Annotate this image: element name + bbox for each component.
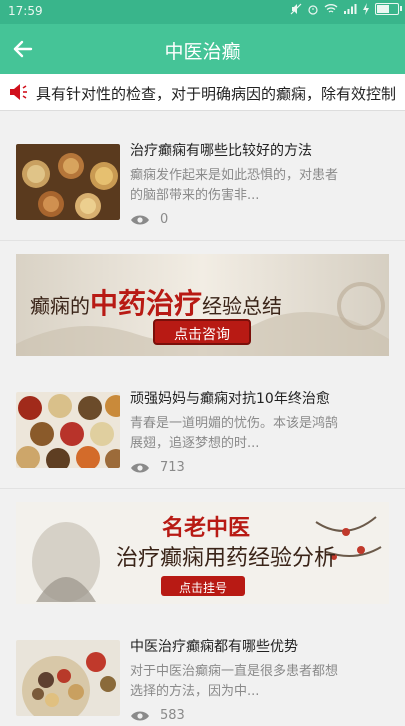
- banner-headline-part: 癫痫的: [30, 294, 90, 318]
- article-summary-line: 的脑部带来的伤害非...: [130, 188, 260, 203]
- article-summary-line: 展翅，追逐梦想的时...: [130, 436, 260, 451]
- page-title: 中医治癫: [164, 41, 241, 63]
- app-bar: 中医治癫: [0, 24, 405, 74]
- article-views: 0: [130, 212, 168, 227]
- notice-marquee[interactable]: 具有针对性的检查，对于明确病因的癫痫，除有效控制: [0, 74, 405, 111]
- wifi-icon: [324, 4, 338, 13]
- article-summary-line: 青春是一道明媚的忧伤。本该是鸿鹄: [130, 416, 339, 431]
- article-title: 中医治疗癫痫都有哪些优势: [130, 639, 298, 655]
- article-thumbnail: [16, 144, 120, 220]
- article-summary-line: 癫痫发作起来是如此恐惧的，对患者: [130, 168, 339, 183]
- eye-icon: [131, 215, 149, 224]
- signal-icon: [344, 4, 357, 14]
- article-summary-line: 对于中医治癫痫一直是很多患者都想: [130, 664, 339, 679]
- register-button[interactable]: 点击挂号: [161, 579, 245, 596]
- article-summary-line: 选择的方法，因为中...: [130, 684, 260, 699]
- status-time: 17:59: [8, 4, 43, 18]
- article-views: 583: [130, 708, 185, 723]
- divider: [0, 488, 405, 489]
- view-count: 583: [160, 708, 185, 723]
- banner-ad[interactable]: 名老中医 治疗癫痫用药经验分析 点击挂号: [16, 502, 389, 604]
- banner-headline-part: 经验总结: [202, 294, 283, 318]
- status-bar: 17:59: [0, 0, 405, 24]
- article-summary: 对于中医治癫痫一直是很多患者都想 选择的方法，因为中...: [130, 662, 390, 702]
- article-item[interactable]: 治疗癫痫有哪些比较好的方法 癫痫发作起来是如此恐惧的，对患者 的脑部带来的伤害非…: [0, 130, 405, 230]
- eye-icon: [131, 463, 149, 472]
- speaker-icon: [10, 84, 27, 100]
- article-views: 713: [130, 460, 185, 475]
- marquee-text: 具有针对性的检查，对于明确病因的癫痫，除有效控制: [36, 85, 397, 103]
- article-thumbnail: [16, 392, 120, 468]
- alarm-icon: [308, 5, 318, 15]
- article-title: 治疗癫痫有哪些比较好的方法: [130, 143, 312, 159]
- divider: [0, 240, 405, 241]
- view-count: 713: [160, 460, 185, 475]
- view-count: 0: [160, 212, 169, 227]
- article-summary: 癫痫发作起来是如此恐惧的，对患者 的脑部带来的伤害非...: [130, 166, 390, 206]
- banner-headline: 癫痫的中药治疗经验总结: [30, 282, 282, 322]
- article-summary: 青春是一道明媚的忧伤。本该是鸿鹄 展翅，追逐梦想的时...: [130, 414, 390, 454]
- consult-button[interactable]: 点击咨询: [154, 324, 250, 344]
- banner-line1: 名老中医: [161, 515, 250, 541]
- banner-headline-part: 中药治疗: [90, 287, 203, 320]
- article-title: 顽强妈妈与癫痫对抗10年终治愈: [130, 391, 330, 407]
- charging-icon: [363, 3, 369, 15]
- mute-icon: [290, 3, 302, 15]
- banner-line2: 治疗癫痫用药经验分析: [115, 546, 336, 571]
- status-icons: [290, 3, 402, 15]
- battery-icon: [375, 3, 402, 15]
- banner-ad[interactable]: 癫痫的中药治疗经验总结 点击咨询: [16, 254, 389, 356]
- article-item[interactable]: 顽强妈妈与癫痫对抗10年终治愈 青春是一道明媚的忧伤。本该是鸿鹄 展翅，追逐梦想…: [0, 378, 405, 478]
- article-thumbnail: [16, 640, 120, 716]
- article-item[interactable]: 中医治疗癫痫都有哪些优势 对于中医治癫痫一直是很多患者都想 选择的方法，因为中.…: [0, 626, 405, 726]
